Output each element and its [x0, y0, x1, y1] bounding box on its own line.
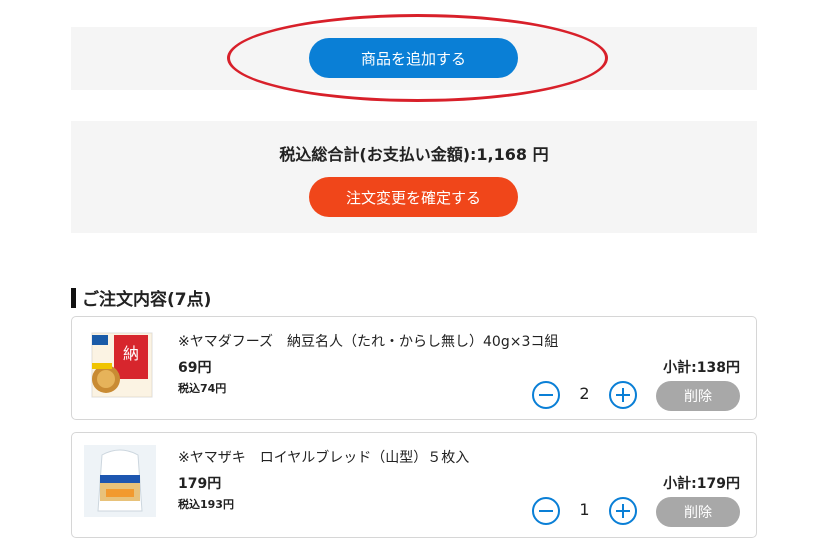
item-name: ※ヤマザキ ロイヤルブレッド（山型）５枚入 — [178, 450, 470, 466]
plus-icon[interactable] — [609, 381, 637, 409]
plus-icon[interactable] — [609, 497, 637, 525]
product-image-natto: 納 — [84, 329, 156, 401]
grand-total-text: 税込総合計(お支払い金額):1,168 円 — [279, 145, 549, 164]
heading-bar — [71, 287, 76, 308]
order-contents-heading: ご注文内容(7点) — [71, 285, 211, 310]
quantity-stepper: 2 — [532, 381, 672, 413]
quantity-value: 2 — [579, 384, 590, 403]
delete-button[interactable]: 削除 — [656, 381, 740, 411]
delete-button[interactable]: 削除 — [656, 497, 740, 527]
item-subtotal: 小計:179円 — [663, 476, 740, 492]
order-contents-title: ご注文内容(7点) — [82, 290, 212, 310]
quantity-value: 1 — [579, 500, 590, 519]
quantity-stepper: 1 — [532, 497, 672, 529]
order-item: ※ヤマザキ ロイヤルブレッド（山型）５枚入 179円 税込193円 小計:179… — [71, 432, 757, 538]
item-subtotal: 小計:138円 — [663, 360, 740, 376]
add-product-button[interactable]: 商品を追加する — [309, 38, 518, 78]
natto-logo-text: 納 — [123, 344, 139, 363]
minus-icon[interactable] — [532, 497, 560, 525]
item-price: 69円 — [178, 360, 212, 376]
item-tax-price: 税込193円 — [178, 498, 234, 511]
item-tax-price: 税込74円 — [178, 382, 227, 395]
item-name: ※ヤマダフーズ 納豆名人（たれ・からし無し）40g×3コ組 — [178, 334, 559, 350]
product-image-bread — [84, 445, 156, 517]
minus-icon[interactable] — [532, 381, 560, 409]
item-price: 179円 — [178, 476, 222, 492]
confirm-order-change-button[interactable]: 注文変更を確定する — [309, 177, 518, 217]
order-item: 納 ※ヤマダフーズ 納豆名人（たれ・からし無し）40g×3コ組 69円 税込74… — [71, 316, 757, 420]
